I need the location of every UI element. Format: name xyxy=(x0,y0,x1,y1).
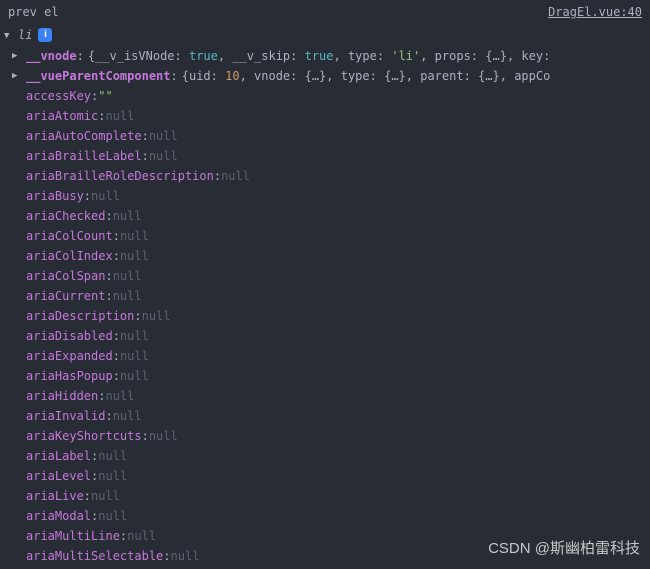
prop-value: null xyxy=(113,286,142,306)
prop-preview: {__v_isVNode: true, __v_skip: true, type… xyxy=(88,46,551,66)
prop-key: ariaMultiLine xyxy=(26,526,120,546)
prop-value: null xyxy=(105,106,134,126)
prop-parent-component[interactable]: ▶ __vueParentComponent: {uid: 10, vnode:… xyxy=(26,66,650,86)
prop-key: ariaChecked xyxy=(26,206,105,226)
prop-row[interactable]: ariaAtomic: null xyxy=(26,106,650,126)
prop-key: ariaModal xyxy=(26,506,91,526)
prop-value: null xyxy=(142,306,171,326)
prop-row[interactable]: ariaBrailleRoleDescription: null xyxy=(26,166,650,186)
object-root[interactable]: li i xyxy=(0,24,650,46)
prop-row[interactable]: ariaDisabled: null xyxy=(26,326,650,346)
prop-key: ariaHidden xyxy=(26,386,98,406)
prop-value: null xyxy=(149,426,178,446)
prop-value: null xyxy=(127,526,156,546)
prop-value: null xyxy=(113,206,142,226)
prop-value: null xyxy=(120,326,149,346)
prop-value: null xyxy=(120,246,149,266)
prop-key: ariaMultiSelectable xyxy=(26,546,163,566)
prop-value: "" xyxy=(98,86,112,106)
toggle-down-icon[interactable] xyxy=(4,24,16,46)
object-name: li xyxy=(18,25,32,45)
prop-value: null xyxy=(91,486,120,506)
prop-row[interactable]: ariaHidden: null xyxy=(26,386,650,406)
prop-row[interactable]: ariaDescription: null xyxy=(26,306,650,326)
prop-row[interactable]: ariaHasPopup: null xyxy=(26,366,650,386)
prop-key: ariaDisabled xyxy=(26,326,113,346)
prop-key: ariaCurrent xyxy=(26,286,105,306)
prop-key: ariaBrailleRoleDescription xyxy=(26,166,214,186)
prop-row[interactable]: ariaColSpan: null xyxy=(26,266,650,286)
prop-key: ariaKeyShortcuts xyxy=(26,426,142,446)
prop-value: null xyxy=(149,146,178,166)
source-link[interactable]: DragEl.vue:40 xyxy=(548,2,642,22)
prop-key: __vueParentComponent xyxy=(26,66,171,86)
prop-key: ariaInvalid xyxy=(26,406,105,426)
prop-row[interactable]: ariaLabel: null xyxy=(26,446,650,466)
prop-row[interactable]: ariaMultiSelectable: null xyxy=(26,546,650,566)
info-icon[interactable]: i xyxy=(38,28,52,42)
chevron-right-icon[interactable]: ▶ xyxy=(12,46,24,66)
prop-key: ariaLive xyxy=(26,486,84,506)
prop-value: null xyxy=(98,506,127,526)
prop-row[interactable]: ariaKeyShortcuts: null xyxy=(26,426,650,446)
log-label: prev el xyxy=(8,2,59,22)
prop-row[interactable]: ariaLevel: null xyxy=(26,466,650,486)
prop-key: ariaAutoComplete xyxy=(26,126,142,146)
prop-row[interactable]: ariaColCount: null xyxy=(26,226,650,246)
prop-key: ariaColIndex xyxy=(26,246,113,266)
prop-row[interactable]: ariaInvalid: null xyxy=(26,406,650,426)
prop-row[interactable]: ariaColIndex: null xyxy=(26,246,650,266)
property-list: ▶ __vnode: {__v_isVNode: true, __v_skip:… xyxy=(0,46,650,566)
prop-key: ariaLabel xyxy=(26,446,91,466)
prop-row[interactable]: ariaLive: null xyxy=(26,486,650,506)
prop-value: null xyxy=(91,186,120,206)
chevron-right-icon[interactable]: ▶ xyxy=(12,66,24,86)
prop-key: accessKey xyxy=(26,86,91,106)
prop-key: ariaHasPopup xyxy=(26,366,113,386)
prop-row[interactable]: ariaMultiLine: null xyxy=(26,526,650,546)
prop-key: ariaLevel xyxy=(26,466,91,486)
prop-key: ariaColSpan xyxy=(26,266,105,286)
prop-value: null xyxy=(98,466,127,486)
prop-value: null xyxy=(149,126,178,146)
prop-value: null xyxy=(120,366,149,386)
prop-value: null xyxy=(105,386,134,406)
prop-key: ariaAtomic xyxy=(26,106,98,126)
prop-row[interactable]: ariaChecked: null xyxy=(26,206,650,226)
prop-preview: {uid: 10, vnode: {…}, type: {…}, parent:… xyxy=(182,66,551,86)
prop-row[interactable]: accessKey: "" xyxy=(26,86,650,106)
prop-row[interactable]: ariaAutoComplete: null xyxy=(26,126,650,146)
prop-key: ariaColCount xyxy=(26,226,113,246)
prop-key: __vnode xyxy=(26,46,77,66)
prop-value: null xyxy=(113,266,142,286)
prop-value: null xyxy=(120,346,149,366)
prop-value: null xyxy=(113,406,142,426)
prop-row[interactable]: ariaExpanded: null xyxy=(26,346,650,366)
prop-key: ariaExpanded xyxy=(26,346,113,366)
prop-vnode[interactable]: ▶ __vnode: {__v_isVNode: true, __v_skip:… xyxy=(26,46,650,66)
prop-value: null xyxy=(171,546,200,566)
prop-row[interactable]: ariaCurrent: null xyxy=(26,286,650,306)
prop-row[interactable]: ariaModal: null xyxy=(26,506,650,526)
prop-key: ariaBrailleLabel xyxy=(26,146,142,166)
prop-value: null xyxy=(98,446,127,466)
prop-row[interactable]: ariaBrailleLabel: null xyxy=(26,146,650,166)
prop-key: ariaBusy xyxy=(26,186,84,206)
prop-value: null xyxy=(120,226,149,246)
prop-key: ariaDescription xyxy=(26,306,134,326)
prop-value: null xyxy=(221,166,250,186)
prop-row[interactable]: ariaBusy: null xyxy=(26,186,650,206)
